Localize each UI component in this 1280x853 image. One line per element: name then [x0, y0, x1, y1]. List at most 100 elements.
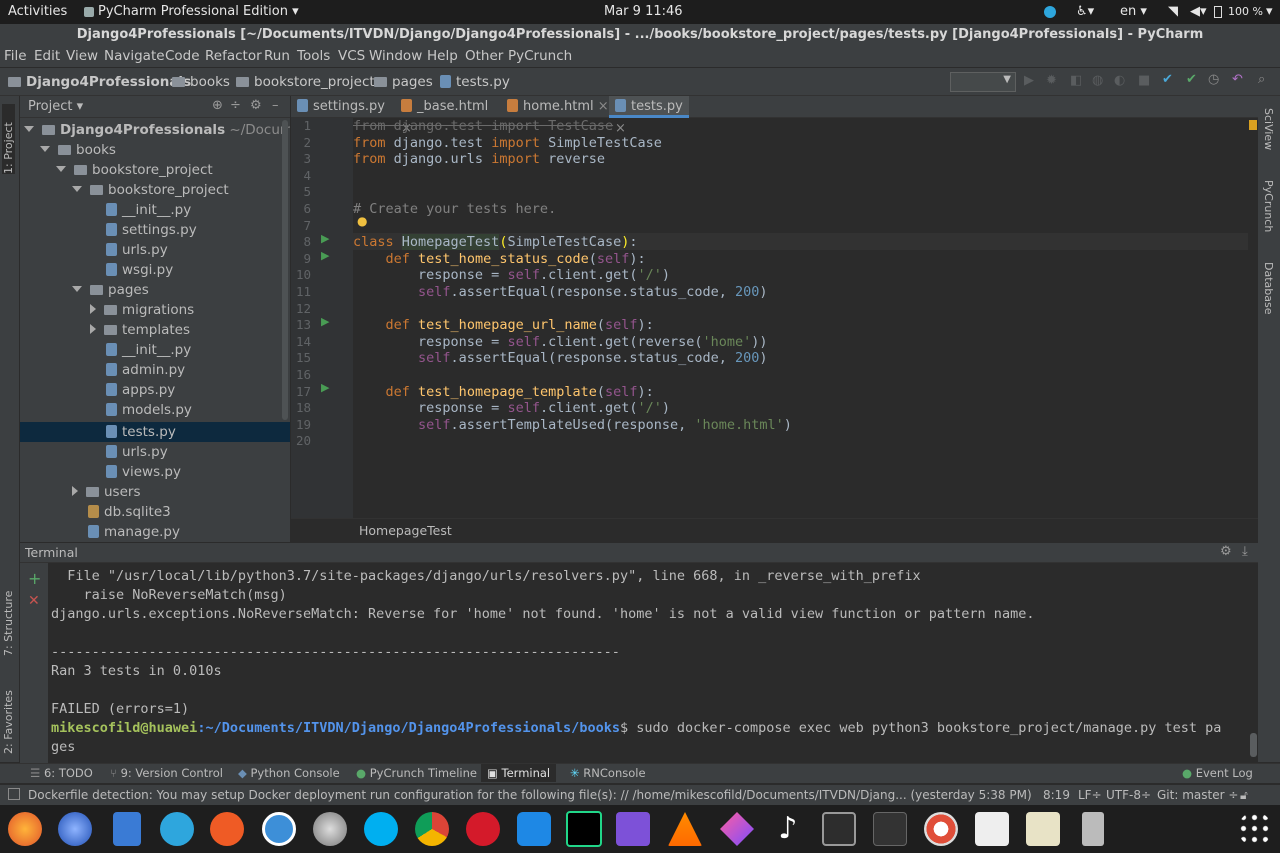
- project-scrollbar[interactable]: [282, 120, 288, 420]
- simplenote-icon[interactable]: [262, 812, 296, 846]
- code-line[interactable]: self.assertTemplateUsed(response, 'home.…: [353, 417, 792, 433]
- tool-event-log[interactable]: ● Event Log: [1182, 766, 1253, 780]
- tab-project-side[interactable]: 1: Project: [2, 104, 15, 174]
- clock[interactable]: Mar 9 11:46: [604, 4, 683, 19]
- tree-item-templates[interactable]: templates: [90, 320, 190, 340]
- locate-icon[interactable]: ⊕: [212, 98, 223, 113]
- terminal-prompt-line[interactable]: mikescofild@huawei:~/Documents/ITVDN/Dja…: [51, 720, 1221, 736]
- inspection-marker-icon[interactable]: [1249, 120, 1257, 130]
- battery-icon[interactable]: [1214, 6, 1222, 18]
- notes-icon[interactable]: [1026, 812, 1060, 846]
- telegram-tray-icon[interactable]: [1044, 6, 1056, 18]
- tab-structure-side[interactable]: 7: Structure: [2, 576, 15, 656]
- gear-icon[interactable]: ⚙: [1220, 544, 1232, 559]
- language-indicator[interactable]: en ▾: [1120, 4, 1147, 19]
- breadcrumb-bookstore-project[interactable]: bookstore_project: [236, 74, 375, 90]
- tree-item-file[interactable]: urls.py: [106, 240, 168, 260]
- menu-refactor[interactable]: Refactor: [205, 48, 262, 64]
- vcs-revert-icon[interactable]: ↶: [1232, 72, 1243, 87]
- hide-icon[interactable]: –: [272, 98, 279, 113]
- tree-item-file[interactable]: models.py: [106, 400, 192, 420]
- tree-item-file[interactable]: wsgi.py: [106, 260, 173, 280]
- status-message[interactable]: Dockerfile detection: You may setup Dock…: [28, 788, 1032, 802]
- code-line[interactable]: # Create your tests here.: [353, 201, 556, 217]
- telegram-icon[interactable]: [160, 812, 194, 846]
- line-separator[interactable]: LF÷: [1078, 788, 1102, 802]
- run-icon[interactable]: ▶: [1024, 73, 1034, 88]
- accessibility-icon[interactable]: ♿▾: [1076, 4, 1094, 19]
- firefox-icon[interactable]: [8, 812, 42, 846]
- code-line[interactable]: self.assertEqual(response.status_code, 2…: [353, 350, 768, 366]
- tree-item-file[interactable]: urls.py: [106, 442, 168, 462]
- menu-other[interactable]: Other: [465, 48, 503, 64]
- terminal-scrollbar[interactable]: [1250, 733, 1257, 757]
- profile-icon[interactable]: ◍: [1092, 73, 1103, 88]
- tool-rnconsole[interactable]: ✳ RNConsole: [570, 766, 646, 780]
- tree-item-bookstore-project-inner[interactable]: bookstore_project: [72, 180, 229, 200]
- tree-item-migrations[interactable]: migrations: [90, 300, 194, 320]
- phpstorm-icon[interactable]: [616, 812, 650, 846]
- code-line[interactable]: def test_home_status_code(self):: [353, 251, 646, 267]
- menu-edit[interactable]: Edit: [34, 48, 60, 64]
- hide-panel-icon[interactable]: ⤓: [1242, 544, 1248, 559]
- tree-item-file[interactable]: admin.py: [106, 360, 185, 380]
- thunderbird-icon[interactable]: [58, 812, 92, 846]
- run-test-icon[interactable]: ▶: [321, 381, 329, 394]
- menu-run[interactable]: Run: [264, 48, 290, 64]
- pycharm-icon[interactable]: [566, 811, 602, 847]
- run-test-class-icon[interactable]: ▶: [321, 232, 329, 245]
- help-lifebuoy-icon[interactable]: [924, 812, 958, 846]
- lock-icon[interactable]: 🔓︎: [1240, 788, 1248, 803]
- code-line[interactable]: from django.test import SimpleTestCase: [353, 135, 662, 151]
- file-encoding[interactable]: UTF-8÷: [1106, 788, 1151, 802]
- menu-view[interactable]: View: [66, 48, 98, 64]
- activities-button[interactable]: Activities: [8, 4, 67, 19]
- app-grid-icon[interactable]: [1238, 812, 1272, 846]
- search-docs-icon[interactable]: [975, 812, 1009, 846]
- settings-gear-icon[interactable]: [313, 812, 347, 846]
- tab-sciview[interactable]: SciView: [1262, 108, 1275, 150]
- tool-pycrunch-timeline[interactable]: ● PyCrunch Timeline: [356, 766, 477, 780]
- code-line[interactable]: def test_homepage_url_name(self):: [353, 317, 654, 333]
- usb-drive-icon[interactable]: [1082, 812, 1104, 846]
- code-line[interactable]: response = self.client.get(reverse('home…: [353, 334, 768, 350]
- new-session-icon[interactable]: +: [28, 569, 41, 588]
- gear-icon[interactable]: ⚙: [250, 98, 262, 113]
- code-line[interactable]: response = self.client.get('/'): [353, 400, 670, 416]
- menu-tools[interactable]: Tools: [297, 48, 330, 64]
- vscode-icon[interactable]: [517, 812, 551, 846]
- kite-icon[interactable]: [720, 812, 754, 846]
- tree-item-tests-py-selected[interactable]: tests.py: [106, 422, 176, 442]
- menu-pycrunch[interactable]: PyCrunch: [508, 48, 572, 64]
- project-view-selector[interactable]: Project ▾: [28, 99, 83, 114]
- breadcrumb-books[interactable]: books: [172, 74, 230, 90]
- app-menu[interactable]: PyCharm Professional Edition ▾: [98, 4, 299, 19]
- postman-icon[interactable]: [210, 812, 244, 846]
- close-session-icon[interactable]: ✕: [28, 593, 40, 609]
- code-line[interactable]: self.assertEqual(response.status_code, 2…: [353, 284, 768, 300]
- status-toggle-icon[interactable]: [8, 788, 20, 800]
- tree-item-file[interactable]: __init__.py: [106, 340, 191, 360]
- stop-icon[interactable]: ■: [1138, 73, 1150, 88]
- tree-item-manage-py[interactable]: manage.py: [88, 522, 180, 542]
- structure-breadcrumb-item[interactable]: HomepageTest: [359, 523, 452, 538]
- tab-database[interactable]: Database: [1262, 262, 1275, 315]
- chrome-icon[interactable]: [415, 812, 449, 846]
- tree-item-bookstore-project[interactable]: bookstore_project: [56, 160, 213, 180]
- menu-window[interactable]: Window: [369, 48, 422, 64]
- coverage-icon[interactable]: ◧: [1070, 73, 1082, 88]
- wifi-icon[interactable]: ◥: [1168, 4, 1178, 19]
- search-everywhere-icon[interactable]: ⌕: [1258, 72, 1265, 87]
- debug-icon[interactable]: ✹: [1046, 73, 1057, 88]
- breadcrumb-pages[interactable]: pages: [374, 74, 433, 90]
- tab-pycrunch[interactable]: PyCrunch: [1262, 180, 1275, 232]
- breadcrumb-tests-py[interactable]: tests.py: [440, 74, 510, 90]
- skype-icon[interactable]: [364, 812, 398, 846]
- tree-item-users[interactable]: users: [72, 482, 140, 502]
- run-config-dropdown[interactable]: ▼: [950, 72, 1016, 92]
- code-line[interactable]: def test_homepage_template(self):: [353, 384, 654, 400]
- tab-favorites-side[interactable]: 2: Favorites: [2, 674, 15, 754]
- tab-settings-py[interactable]: settings.py ×: [291, 96, 395, 136]
- volume-icon[interactable]: ◀▾: [1190, 4, 1207, 19]
- vlc-icon[interactable]: [668, 812, 702, 846]
